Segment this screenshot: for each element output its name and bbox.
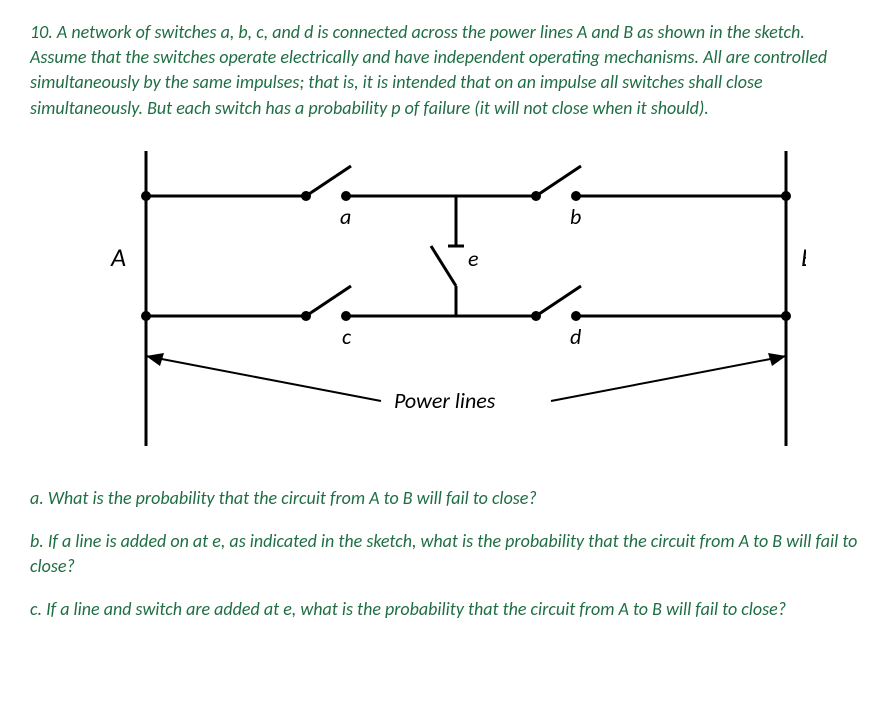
label-switch-b: b	[570, 203, 581, 230]
label-switch-c: c	[342, 323, 352, 350]
question-b: b. If a line is added on at e, as indica…	[30, 529, 861, 579]
question-a: a. What is the probability that the circ…	[30, 486, 861, 511]
label-switch-a: a	[340, 203, 351, 230]
problem-statement: 10. A network of switches a, b, c, and d…	[30, 20, 861, 121]
circuit-diagram: A B a b e c d Power lines	[86, 146, 806, 456]
label-switch-e: e	[468, 245, 479, 272]
label-switch-d: d	[570, 323, 581, 350]
label-power-lines: Power lines	[394, 387, 496, 414]
question-c: c. If a line and switch are added at e, …	[30, 597, 861, 622]
label-a-terminal: A	[110, 241, 126, 273]
label-b-terminal: B	[801, 241, 806, 273]
